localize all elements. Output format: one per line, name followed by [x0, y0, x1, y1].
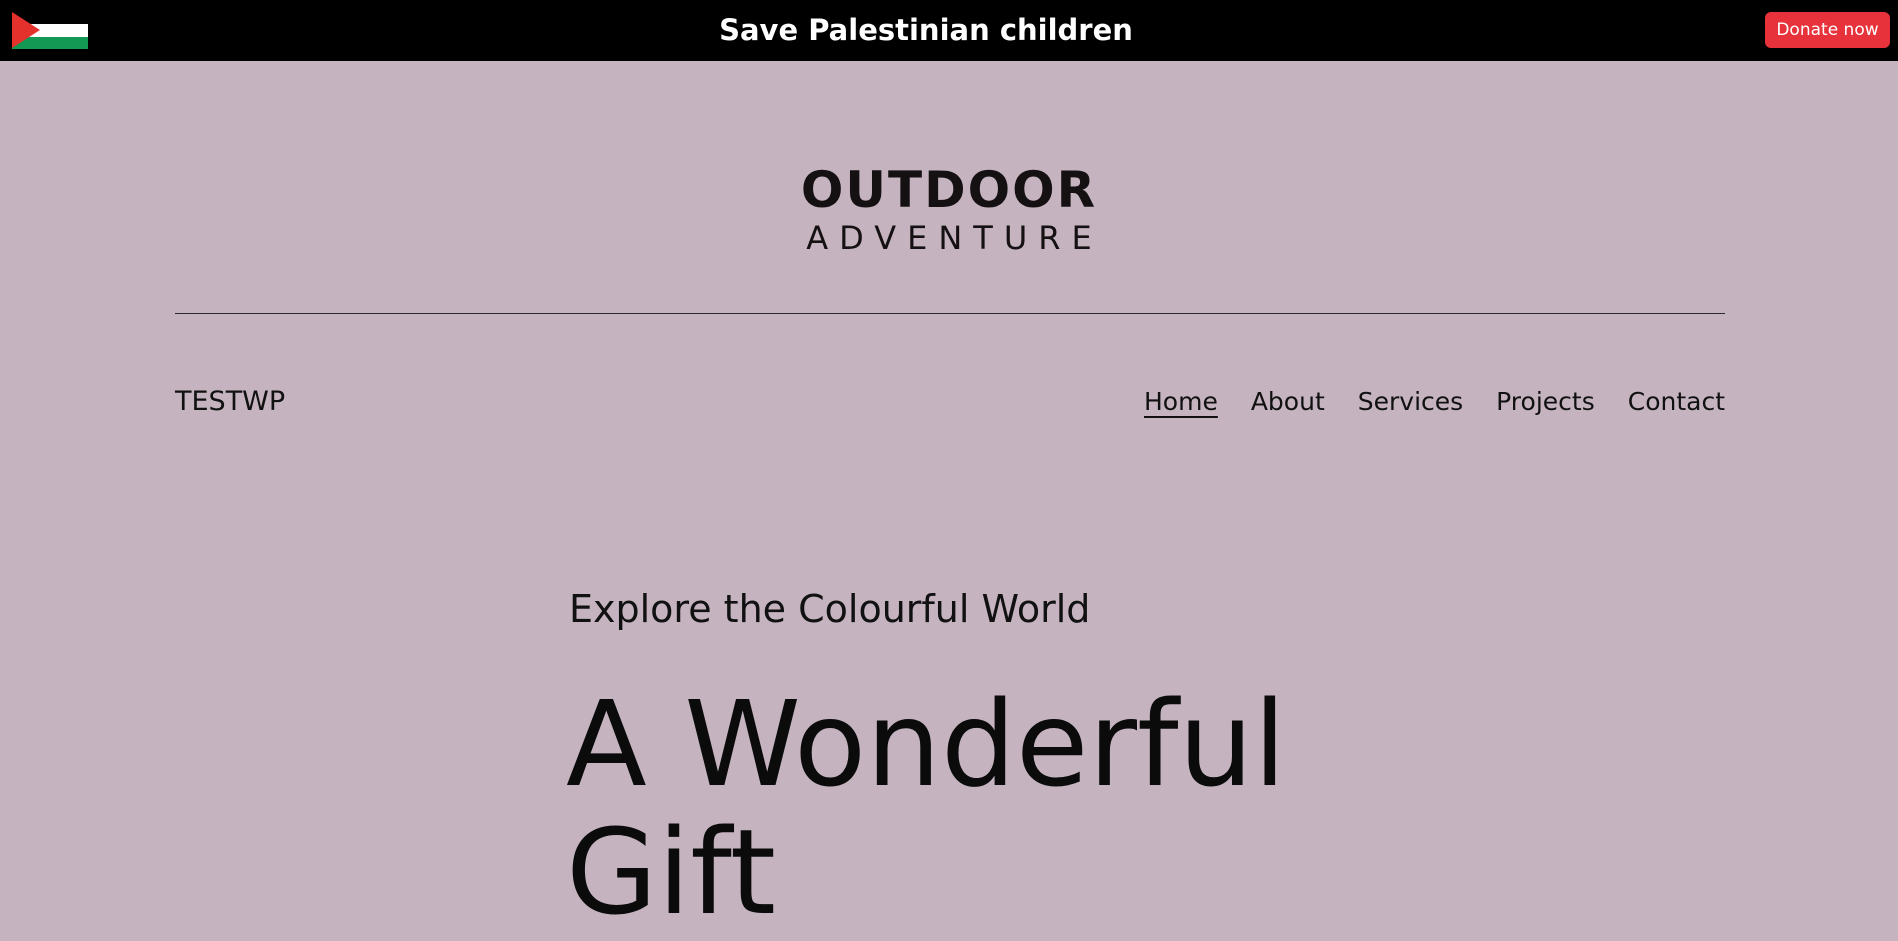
nav-item-home[interactable]: Home: [1144, 385, 1218, 419]
main-navigation: Home About Services Projects Contact: [1144, 385, 1725, 419]
banner-title: Save Palestinian children: [719, 13, 1133, 47]
hero-heading: A Wonderful Gift: [566, 675, 1287, 941]
logo-main-text: OUTDOOR: [800, 161, 1098, 219]
donate-button[interactable]: Donate now: [1765, 12, 1890, 48]
hero-eyebrow: Explore the Colourful World: [569, 587, 1091, 631]
site-logo[interactable]: OUTDOOR ADVENTURE: [0, 162, 1898, 258]
nav-item-projects[interactable]: Projects: [1496, 385, 1595, 419]
nav-item-services[interactable]: Services: [1358, 385, 1463, 419]
donation-banner: Save Palestinian children Donate now: [0, 0, 1898, 61]
logo-sub-text: ADVENTURE: [806, 219, 1103, 257]
nav-item-about[interactable]: About: [1251, 385, 1325, 419]
header-divider: [175, 313, 1725, 314]
nav-item-contact[interactable]: Contact: [1628, 385, 1725, 419]
site-title[interactable]: TESTWP: [175, 385, 285, 419]
